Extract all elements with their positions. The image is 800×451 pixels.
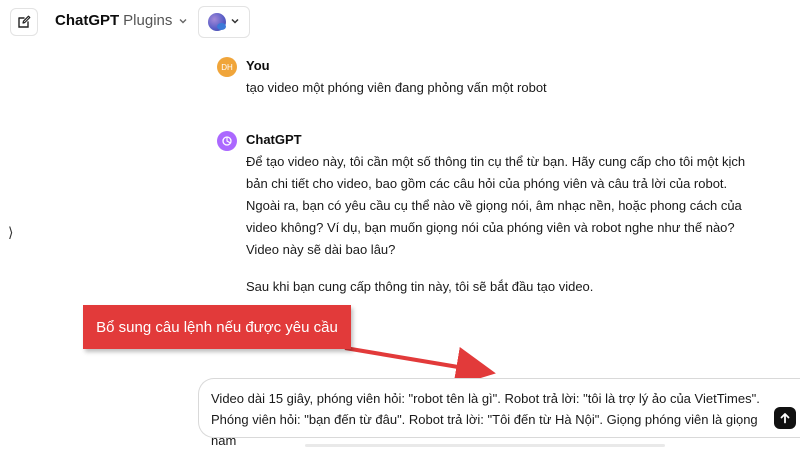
disclaimer <box>305 444 665 447</box>
arrow-up-icon <box>780 413 790 424</box>
annotation-label: Bổ sung câu lệnh nếu được yêu cầu <box>83 305 351 349</box>
message-input[interactable]: Video dài 15 giây, phóng viên hỏi: "robo… <box>211 388 766 451</box>
send-button[interactable] <box>774 407 796 429</box>
message-composer[interactable]: Video dài 15 giây, phóng viên hỏi: "robo… <box>198 378 800 448</box>
